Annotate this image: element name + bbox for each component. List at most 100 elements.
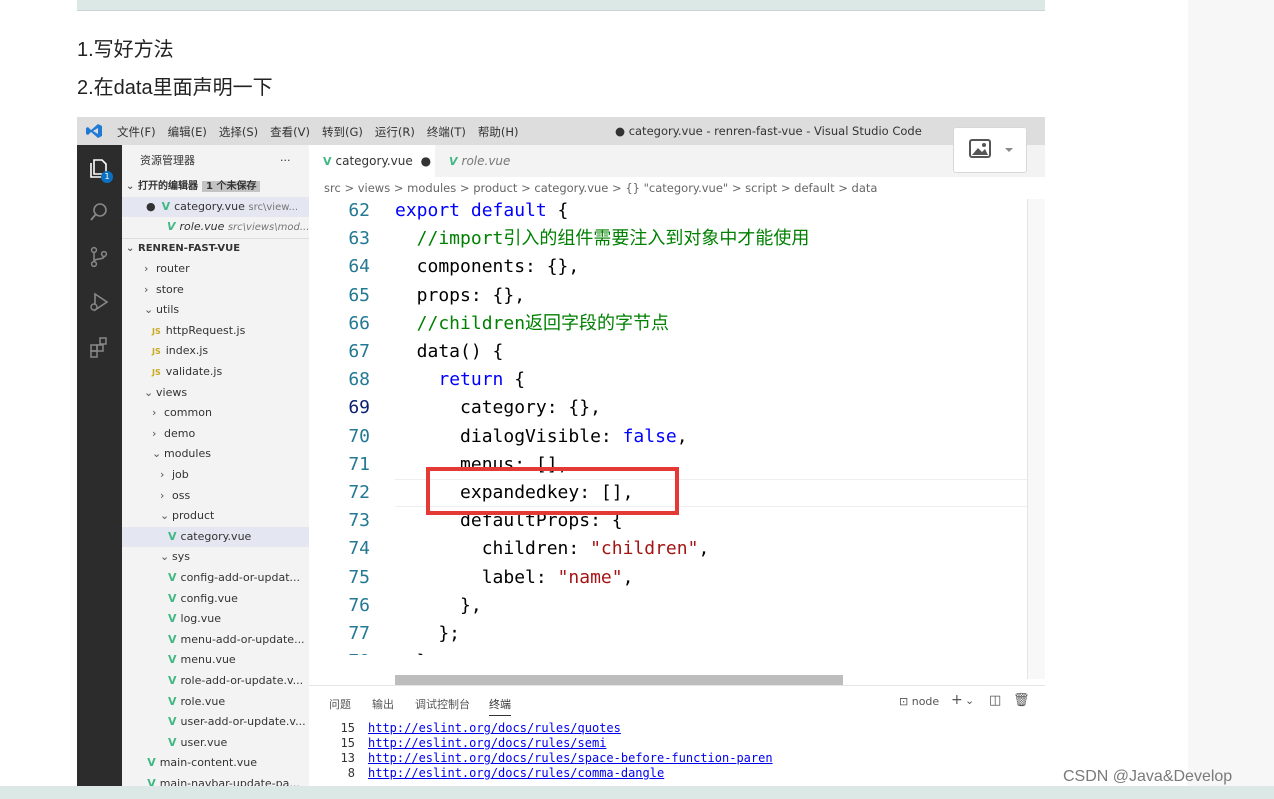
- tree-item-label: utils: [156, 303, 180, 317]
- tree-item[interactable]: JS index.js: [122, 341, 309, 361]
- tree-item[interactable]: › job: [122, 465, 309, 485]
- page-right-gutter: [1188, 0, 1274, 799]
- new-terminal-icon[interactable]: +: [951, 692, 963, 708]
- tree-item[interactable]: ⌄ product: [122, 506, 309, 526]
- trash-icon[interactable]: 🗑: [1013, 693, 1030, 708]
- tree-item[interactable]: ⌄ modules: [122, 444, 309, 464]
- breadcrumb[interactable]: src > views > modules > product > catego…: [309, 177, 1045, 199]
- terminal-line-count: 13: [340, 751, 355, 765]
- tree-item[interactable]: ⌄ utils: [122, 300, 309, 320]
- eslint-rule-link[interactable]: http://eslint.org/docs/rules/comma-dangl…: [368, 766, 664, 781]
- tree-item-label: user-add-or-update.v...: [180, 715, 306, 729]
- open-editor-item[interactable]: ● Vcategory.vue src\view...: [122, 197, 309, 217]
- editor-area: Vcategory.vue ● Vrole.vue src > views > …: [309, 145, 1045, 799]
- menu-item[interactable]: 查看(V): [270, 124, 310, 140]
- tab-debug-console[interactable]: 调试控制台: [415, 696, 470, 712]
- tree-item[interactable]: Vuser-add-or-update.v...: [122, 712, 309, 732]
- explorer-title: 资源管理器 ···: [122, 151, 309, 171]
- menu-item[interactable]: 编辑(E): [168, 124, 207, 140]
- code-token: data() {: [395, 341, 504, 362]
- image-overlay-button[interactable]: [953, 127, 1027, 173]
- code-text: components: {},: [395, 253, 580, 281]
- chevron-icon: ⌄: [160, 509, 170, 523]
- tree-item[interactable]: › store: [122, 280, 309, 300]
- code-text: children: "children",: [395, 535, 710, 563]
- line-number: 73: [348, 510, 370, 532]
- tab-role-vue[interactable]: Vrole.vue: [435, 145, 535, 177]
- menu-item[interactable]: 文件(F): [117, 124, 156, 140]
- menu-item[interactable]: 帮助(H): [478, 124, 519, 140]
- code-line: 65 props: {},: [309, 282, 1045, 310]
- split-terminal-icon[interactable]: ◫: [989, 693, 1001, 708]
- horizontal-scrollbar[interactable]: [395, 675, 843, 685]
- code-text: },: [395, 592, 482, 620]
- menu-item[interactable]: 转到(G): [322, 124, 363, 140]
- tree-item[interactable]: Vrole.vue: [122, 692, 309, 712]
- eslint-rule-link[interactable]: http://eslint.org/docs/rules/semi: [368, 736, 606, 751]
- more-actions-icon[interactable]: ···: [280, 151, 291, 171]
- chevron-icon: ›: [160, 488, 165, 502]
- tab-output[interactable]: 输出: [372, 696, 394, 712]
- tree-item[interactable]: ⌄ sys: [122, 547, 309, 567]
- explorer-sidebar: 资源管理器 ··· ⌄ 打开的编辑器 1 个未保存 ● Vcategory.vue sr…: [122, 145, 309, 799]
- tree-item[interactable]: Vmenu.vue: [122, 650, 309, 670]
- extensions-icon[interactable]: [88, 336, 110, 358]
- eslint-rule-link[interactable]: http://eslint.org/docs/rules/quotes: [368, 721, 621, 736]
- tree-item[interactable]: Vcategory.vue: [122, 526, 309, 547]
- terminal-selector[interactable]: ⊡ node: [899, 695, 939, 708]
- terminal-line: 15 http://eslint.org/docs/rules/semi: [309, 736, 1045, 751]
- run-debug-icon[interactable]: [88, 291, 110, 313]
- code-token: };: [395, 623, 461, 644]
- project-header[interactable]: ⌄ RENREN-FAST-VUE: [122, 238, 309, 258]
- tree-item[interactable]: › router: [122, 259, 309, 279]
- line-number: 66: [348, 312, 370, 334]
- tree-item[interactable]: Vuser.vue: [122, 733, 309, 753]
- tree-item[interactable]: Vrole-add-or-update.v...: [122, 671, 309, 691]
- tree-item[interactable]: › common: [122, 403, 309, 423]
- open-editors-header[interactable]: ⌄ 打开的编辑器 1 个未保存: [122, 177, 309, 197]
- menu-item[interactable]: 选择(S): [219, 124, 258, 140]
- tree-item[interactable]: Vconfig-add-or-updat...: [122, 568, 309, 588]
- eslint-rule-link[interactable]: http://eslint.org/docs/rules/space-befor…: [368, 751, 773, 766]
- tree-item[interactable]: JS httpRequest.js: [122, 321, 309, 341]
- vue-file-icon: V: [147, 756, 156, 770]
- line-number: 64: [348, 256, 370, 278]
- menu-item[interactable]: 终端(T): [427, 124, 466, 140]
- chevron-icon: ›: [152, 426, 157, 440]
- unsaved-badge: 1 个未保存: [202, 181, 261, 192]
- code-token: //import引入的组件需要注入到对象中才能使用: [395, 228, 810, 250]
- line-number: 78: [309, 648, 370, 655]
- vue-file-icon: V: [168, 715, 177, 729]
- minimap[interactable]: [1027, 199, 1045, 679]
- terminal-line: 8 http://eslint.org/docs/rules/comma-dang…: [309, 766, 1045, 781]
- tree-item[interactable]: Vlog.vue: [122, 609, 309, 629]
- code-editor[interactable]: 62 export default {63 //import引入的组件需要注入到对…: [309, 199, 1045, 655]
- source-control-icon[interactable]: [88, 246, 110, 268]
- code-token: false: [622, 425, 677, 447]
- tab-category-vue[interactable]: Vcategory.vue ●: [309, 145, 435, 177]
- chevron-down-icon[interactable]: ⌄: [965, 694, 974, 707]
- search-icon[interactable]: [88, 201, 110, 223]
- line-number: 71: [348, 453, 370, 475]
- editor-tabs: Vcategory.vue ● Vrole.vue: [309, 145, 1045, 177]
- open-editor-item[interactable]: Vrole.vue src\views\mod...: [122, 217, 309, 237]
- tree-item-label: category.vue: [180, 529, 252, 543]
- tree-item[interactable]: JS validate.js: [122, 362, 309, 382]
- vue-file-icon: V: [168, 694, 177, 708]
- tree-item[interactable]: › oss: [122, 486, 309, 506]
- tree-item[interactable]: Vconfig.vue: [122, 589, 309, 609]
- tree-item[interactable]: Vmain-content.vue: [122, 753, 309, 773]
- tree-item-label: job: [172, 468, 189, 481]
- code-token: {: [503, 369, 526, 391]
- chevron-icon: ⌄: [144, 303, 154, 317]
- tab-problems[interactable]: 问题: [329, 696, 351, 712]
- tree-item[interactable]: › demo: [122, 424, 309, 444]
- tree-item[interactable]: ⌄ views: [122, 383, 309, 403]
- vue-file-icon: V: [168, 571, 177, 584]
- vue-file-icon: V: [167, 220, 176, 233]
- tab-terminal[interactable]: 终端: [489, 696, 511, 716]
- code-text: category: {},: [395, 394, 601, 422]
- tree-item[interactable]: Vmenu-add-or-update...: [122, 630, 309, 650]
- menu-item[interactable]: 运行(R): [375, 124, 415, 140]
- code-token: ,: [676, 425, 688, 447]
